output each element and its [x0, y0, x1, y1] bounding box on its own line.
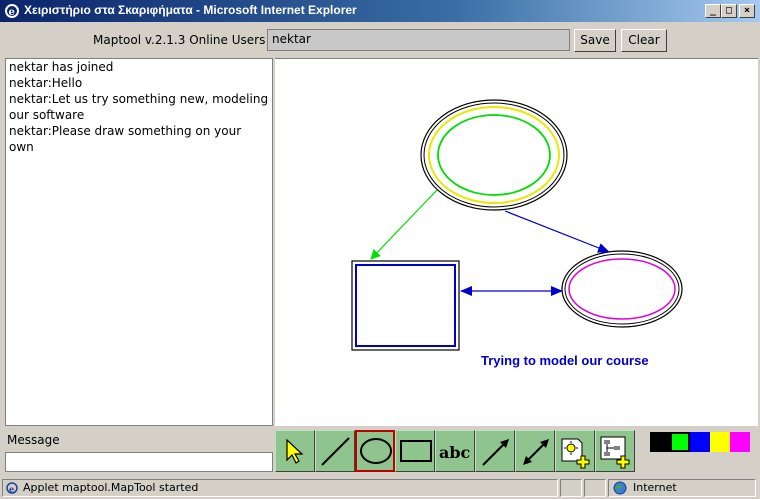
chat-line: our software — [9, 108, 85, 122]
ellipse-icon — [360, 438, 392, 464]
chat-line: nektar:Let us try something new, modelin… — [9, 92, 269, 106]
status-pane-empty-2 — [584, 479, 606, 497]
rectangle-tool-button[interactable] — [395, 430, 435, 472]
drawing-canvas[interactable]: Trying to model our course — [275, 58, 758, 426]
color-swatch-green[interactable] — [670, 432, 690, 452]
add-tree-icon — [600, 436, 630, 469]
maptool-applet: Maptool v.2.1.3 Online Users nektar Save… — [2, 22, 758, 475]
svg-text:e: e — [9, 484, 14, 494]
arrow-blue[interactable] — [504, 210, 610, 253]
online-users-label: Maptool v.2.1.3 Online Users — [93, 33, 266, 47]
status-zone-pane: Internet — [608, 479, 756, 497]
ellipse-black-inner — [423, 102, 565, 208]
line-icon — [321, 437, 350, 466]
color-swatch-magenta[interactable] — [730, 432, 750, 452]
ellipse-outer-black[interactable] — [420, 99, 568, 211]
top-bar: Maptool v.2.1.3 Online Users nektar Save… — [2, 22, 758, 58]
status-zone-text: Internet — [633, 481, 677, 494]
ellipse-magenta — [568, 258, 676, 320]
status-text-pane: e Applet maptool.MapTool started — [2, 479, 558, 497]
text-abc-icon: abc — [439, 443, 471, 462]
text-tool-button[interactable]: abc — [435, 430, 475, 472]
add-tree-tool-button[interactable] — [595, 430, 635, 472]
drawing-svg: Trying to model our course — [351, 99, 683, 368]
chat-line: nektar:Please draw something on your own — [9, 124, 242, 154]
square-blue — [355, 264, 456, 347]
color-swatch-black[interactable] — [650, 432, 670, 452]
add-node-icon — [561, 438, 590, 469]
select-arrow-icon — [286, 438, 304, 464]
internet-explorer-icon: e — [5, 4, 19, 18]
arrow-tool-button[interactable] — [475, 430, 515, 472]
ellipse-tool-button[interactable] — [355, 430, 395, 472]
text-tool-label: abc — [439, 443, 471, 462]
rectangle-icon — [400, 440, 432, 462]
canvas-annotation[interactable]: Trying to model our course — [481, 353, 649, 368]
status-pane-empty-1 — [560, 479, 582, 497]
select-tool-button[interactable] — [275, 430, 315, 472]
line-tool-button[interactable] — [315, 430, 355, 472]
clear-button[interactable]: Clear — [621, 29, 667, 52]
close-button[interactable]: × — [739, 4, 755, 18]
chat-log[interactable]: nektar has joined nektar:Hello nektar:Le… — [5, 58, 273, 426]
double-arrow-icon — [523, 439, 549, 465]
maximize-button[interactable]: □ — [721, 4, 737, 18]
window-title: Χειριστήριο στα Σκαριφήματα - Microsoft … — [24, 3, 357, 17]
square-black[interactable] — [351, 260, 460, 351]
title-bar: e Χειριστήριο στα Σκαριφήματα - Microsof… — [0, 0, 760, 22]
internet-globe-icon — [613, 481, 627, 495]
status-text: Applet maptool.MapTool started — [23, 481, 199, 494]
arrow-green[interactable] — [370, 189, 438, 260]
minimize-button[interactable]: _ — [705, 4, 721, 18]
ellipse-yellow — [428, 106, 560, 204]
online-users-field[interactable]: nektar — [267, 29, 570, 51]
ellipse-right-black[interactable] — [561, 250, 683, 328]
chat-line: nektar:Hello — [9, 76, 83, 90]
save-button[interactable]: Save — [574, 29, 616, 52]
ellipse-green — [437, 114, 551, 196]
arrow-icon — [482, 439, 509, 466]
add-node-tool-button[interactable] — [555, 430, 595, 472]
chat-line: nektar has joined — [9, 60, 114, 74]
page-icon: e — [6, 482, 18, 494]
message-input[interactable] — [5, 452, 273, 472]
status-bar: e Applet maptool.MapTool started Interne… — [0, 477, 760, 499]
double-arrow-tool-button[interactable] — [515, 430, 555, 472]
color-swatch-blue[interactable] — [690, 432, 710, 452]
color-swatch-yellow[interactable] — [710, 432, 730, 452]
ellipse-right-black-inner — [564, 253, 680, 325]
message-label: Message — [7, 433, 60, 447]
svg-text:e: e — [9, 7, 15, 18]
